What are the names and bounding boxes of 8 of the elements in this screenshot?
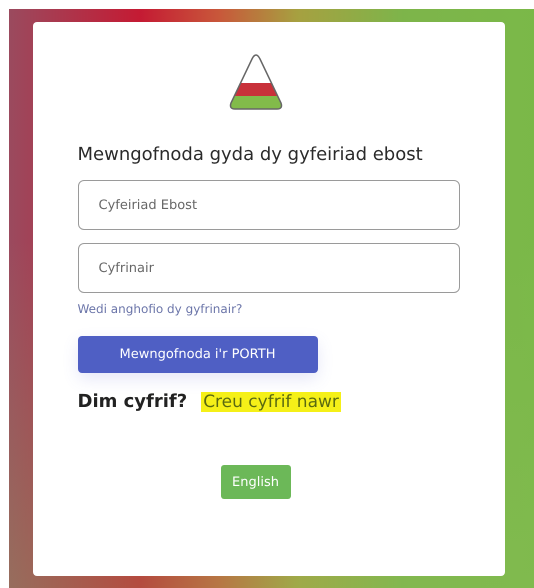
signup-link[interactable]: Creu cyfrif nawr bbox=[201, 392, 341, 412]
input-field[interactable]: Cyfrinair bbox=[78, 243, 460, 293]
forgot-password-link[interactable]: Wedi anghofio dy gyfrinair? bbox=[78, 302, 460, 316]
login-button[interactable]: Mewngofnoda i'r PORTH bbox=[78, 336, 318, 373]
logo-icon bbox=[228, 53, 284, 111]
signup-prompt: Dim cyfrif? bbox=[78, 391, 188, 412]
input-field[interactable]: Cyfeiriad Ebost bbox=[78, 180, 460, 230]
login-heading: Mewngofnoda gyda dy gyfeiriad ebost bbox=[78, 144, 424, 165]
